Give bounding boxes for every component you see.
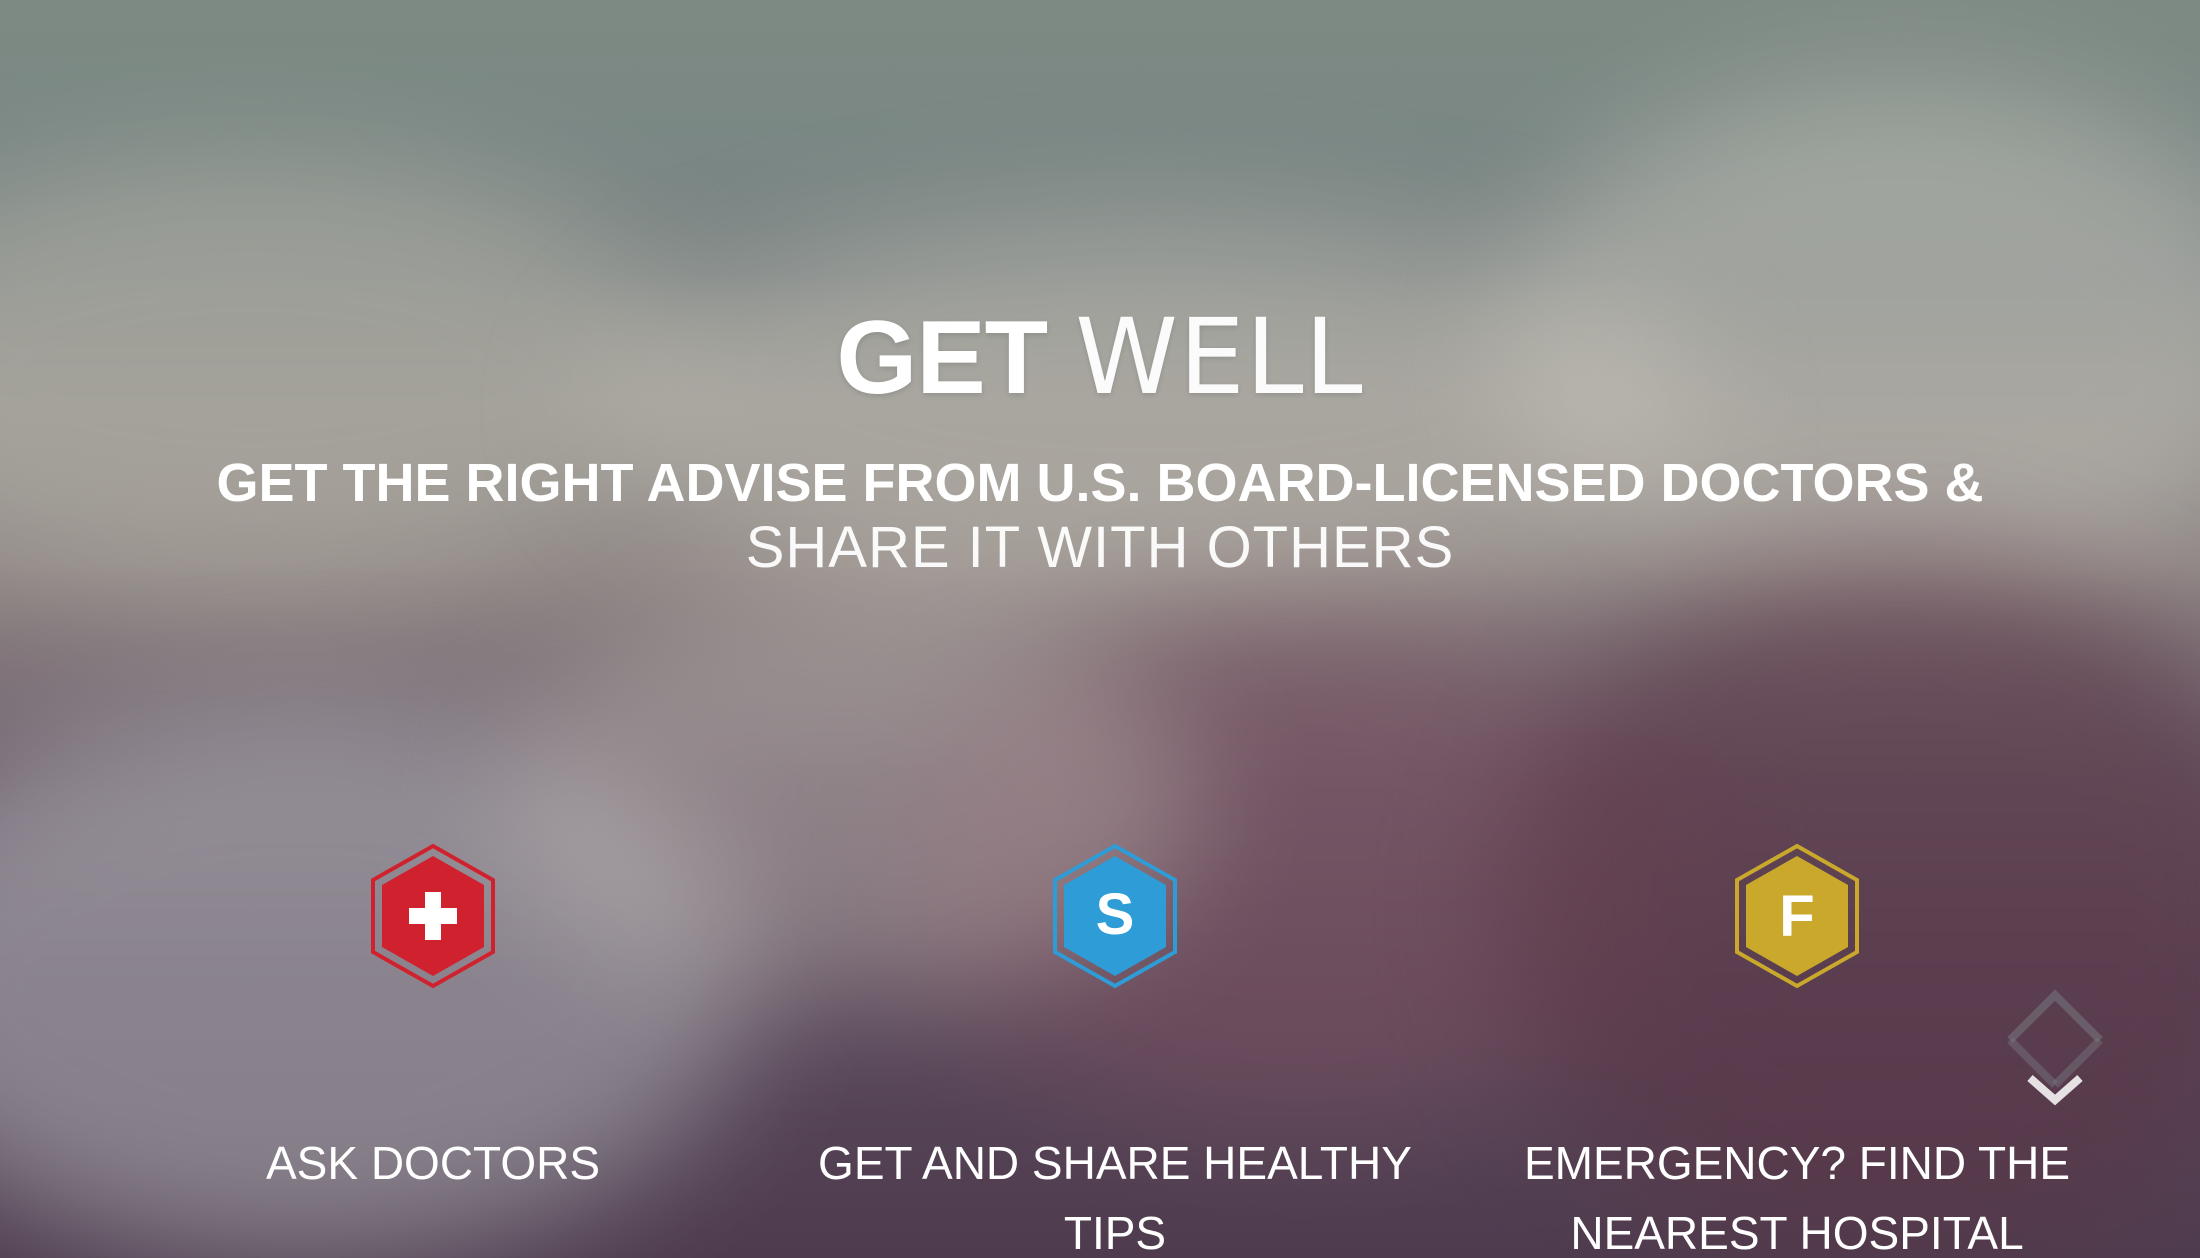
hospital-f-icon[interactable]: F xyxy=(1731,842,1863,990)
feature-label: ASK DOCTORS xyxy=(266,1137,600,1189)
scroll-down-chevron-icon[interactable] xyxy=(1990,970,2120,1110)
feature-label: GET AND SHARE HEALTHY TIPS xyxy=(818,1137,1412,1258)
page-title: GET WELL xyxy=(0,305,2200,410)
title-strong: GET xyxy=(836,300,1048,416)
medical-cross-icon[interactable] xyxy=(367,842,499,990)
icon-glyph: F xyxy=(1779,884,1814,949)
title-light: WELL xyxy=(1075,296,1364,418)
feature-ask-doctors[interactable]: ASK DOCTORS xyxy=(123,842,743,1198)
share-s-icon[interactable]: S xyxy=(1049,842,1181,990)
icon-glyph: S xyxy=(1096,882,1135,947)
feature-healthy-tips[interactable]: S GET AND SHARE HEALTHY TIPS xyxy=(805,842,1425,1258)
feature-label: EMERGENCY? FIND THE NEAREST HOSPITAL xyxy=(1523,1137,2071,1258)
subtitle-line-2: SHARE IT WITH OTHERS xyxy=(745,515,1455,580)
subtitle-line-1: GET THE RIGHT ADVISE FROM U.S. BOARD-LIC… xyxy=(216,453,1984,513)
